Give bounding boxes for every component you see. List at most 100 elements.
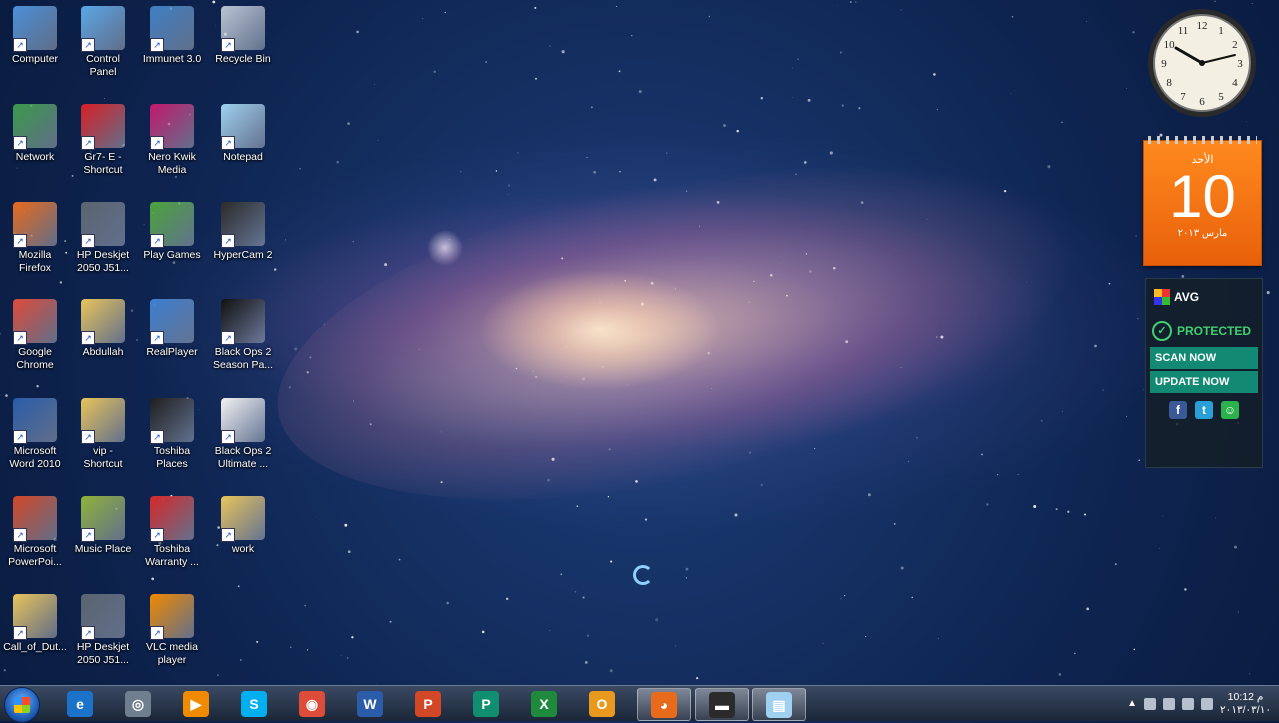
star <box>631 35 633 37</box>
shortcut-arrow-icon: ↗ <box>13 331 27 345</box>
desktop-icon[interactable]: ↗ HyperCam 2 <box>208 200 278 262</box>
shortcut-arrow-icon: ↗ <box>221 528 235 542</box>
desktop-icon[interactable]: ↗ Call_of_Dut... <box>0 592 70 654</box>
twitter-icon[interactable]: t <box>1195 401 1213 419</box>
star <box>618 70 621 73</box>
clock-numeral: 11 <box>1178 25 1189 37</box>
calendar-gadget[interactable]: الأحد 10 مارس ٢٠١٣ <box>1143 136 1262 266</box>
taskbar-button[interactable]: ▶ <box>170 688 222 719</box>
taskbar-button[interactable]: S <box>228 688 280 719</box>
avg-community-icon[interactable]: ☺ <box>1221 401 1239 419</box>
taskbar-button[interactable]: ◉ <box>286 688 338 719</box>
star <box>723 124 726 127</box>
media-center-icon: ◎ <box>125 690 151 717</box>
taskbar-button[interactable]: O <box>576 688 628 719</box>
avg-update-now-button[interactable]: UPDATE NOW <box>1150 371 1258 393</box>
star <box>840 598 842 600</box>
desktop-icon[interactable]: ↗ Toshiba Places <box>137 396 207 471</box>
taskbar-button[interactable]: ◎ <box>112 688 164 719</box>
desktop-icon-label: Black Ops 2 Season Pa... <box>212 346 274 371</box>
desktop-icon[interactable]: ↗ HP Deskjet 2050 J51... <box>68 592 138 667</box>
taskbar-button[interactable]: ▬ <box>695 688 749 721</box>
printer-icon: ↗ <box>81 594 125 640</box>
network-signal-icon[interactable] <box>1182 697 1195 710</box>
folder-icon: ↗ <box>81 398 125 444</box>
star <box>760 97 763 100</box>
desktop-icon[interactable]: ↗ Recycle Bin <box>208 4 278 66</box>
desktop-icon[interactable]: ↗ Music Place <box>68 494 138 556</box>
clock-numeral: 8 <box>1166 77 1172 89</box>
start-button[interactable] <box>4 687 40 723</box>
taskbar-time: 10:12 م <box>1227 690 1264 703</box>
desktop-icon[interactable]: ↗ Black Ops 2 Season Pa... <box>208 297 278 372</box>
desktop-icon[interactable]: ↗ Google Chrome <box>0 297 70 372</box>
desktop-icon[interactable]: ↗ Microsoft PowerPoi... <box>0 494 70 569</box>
star <box>561 50 565 54</box>
star <box>384 263 388 267</box>
shortcut-arrow-icon: ↗ <box>221 331 235 345</box>
avg-scan-now-button[interactable]: SCAN NOW <box>1150 347 1258 369</box>
star <box>560 573 563 576</box>
desktop-icon[interactable]: ↗ HP Deskjet 2050 J51... <box>68 200 138 275</box>
taskbar-button[interactable]: e <box>54 688 106 719</box>
taskbar-button[interactable]: P <box>460 688 512 719</box>
desktop-icon[interactable]: ↗ Mozilla Firefox <box>0 200 70 275</box>
star <box>1108 282 1111 285</box>
desktop-icon[interactable]: ↗ Gr7- E - Shortcut <box>68 102 138 177</box>
taskbar-button[interactable]: ▤ <box>752 688 806 721</box>
taskbar-button[interactable]: X <box>518 688 570 719</box>
desktop-icon-label: Call_of_Dut... <box>3 641 67 653</box>
taskbar-button[interactable]: P <box>402 688 454 719</box>
star <box>1132 31 1135 34</box>
check-icon: ✓ <box>1152 321 1172 341</box>
desktop-icon[interactable]: ↗ VLC media player <box>137 592 207 667</box>
desktop-icon[interactable]: ↗ Notepad <box>208 102 278 164</box>
safely-remove-hardware-icon[interactable] <box>1144 697 1157 710</box>
desktop-icon[interactable]: ↗ vip - Shortcut <box>68 396 138 471</box>
taskbar-button[interactable]: ◕ <box>637 688 691 721</box>
star <box>867 493 871 497</box>
desktop-icon[interactable]: ↗ Toshiba Warranty ... <box>137 494 207 569</box>
desktop-icon[interactable]: ↗ Nero Kwik Media <box>137 102 207 177</box>
desktop-icon[interactable]: ↗ Black Ops 2 Ultimate ... <box>208 396 278 471</box>
star <box>576 505 579 507</box>
star <box>1083 513 1087 516</box>
star <box>836 4 838 6</box>
shortcut-arrow-icon: ↗ <box>81 430 95 444</box>
desktop-icon[interactable]: ↗ work <box>208 494 278 556</box>
desktop-icon[interactable]: ↗ Control Panel <box>68 4 138 79</box>
desktop-icon[interactable]: ↗ Play Games <box>137 200 207 262</box>
shortcut-arrow-icon: ↗ <box>13 234 27 248</box>
taskbar-button[interactable]: W <box>344 688 396 719</box>
clock-numeral: 10 <box>1164 39 1176 51</box>
taskbar-clock[interactable]: 10:12 م ٢٠١٣/٠٣/١٠ <box>1220 691 1271 717</box>
desktop-icon[interactable]: ↗ Immunet 3.0 <box>137 4 207 66</box>
publisher-icon: P <box>473 690 499 717</box>
star <box>1162 515 1164 517</box>
star <box>574 590 577 593</box>
desktop-icon[interactable]: ↗ Network <box>0 102 70 164</box>
star <box>644 518 648 521</box>
star <box>616 5 618 7</box>
facebook-icon[interactable]: f <box>1169 401 1187 419</box>
clock-numeral: 2 <box>1232 39 1238 51</box>
desktop-icon-label: Google Chrome <box>16 346 54 371</box>
clock-numeral: 1 <box>1218 25 1224 37</box>
desktop-icon-label: Network <box>15 151 55 163</box>
control-panel-icon: ↗ <box>81 6 125 52</box>
clock-gadget[interactable]: 1234567891011 12 <box>1145 6 1259 120</box>
desktop-icon[interactable]: ↗ Microsoft Word 2010 <box>0 396 70 471</box>
desktop-icon[interactable]: ↗ Computer <box>0 4 70 66</box>
desktop-icon-label: Recycle Bin <box>215 53 271 65</box>
internet-explorer-icon: e <box>67 690 93 717</box>
star <box>336 160 339 164</box>
desktop-icon[interactable]: ↗ RealPlayer <box>137 297 207 359</box>
show-hidden-icons-arrow-icon[interactable]: ▲ <box>1127 698 1137 709</box>
desktop-icon-label: VLC media player <box>146 641 198 666</box>
power-icon[interactable] <box>1163 697 1176 710</box>
star <box>306 649 309 651</box>
star <box>807 98 811 102</box>
volume-icon[interactable] <box>1201 697 1214 710</box>
desktop-icon[interactable]: ↗ Abdullah <box>68 297 138 359</box>
star <box>485 61 488 63</box>
